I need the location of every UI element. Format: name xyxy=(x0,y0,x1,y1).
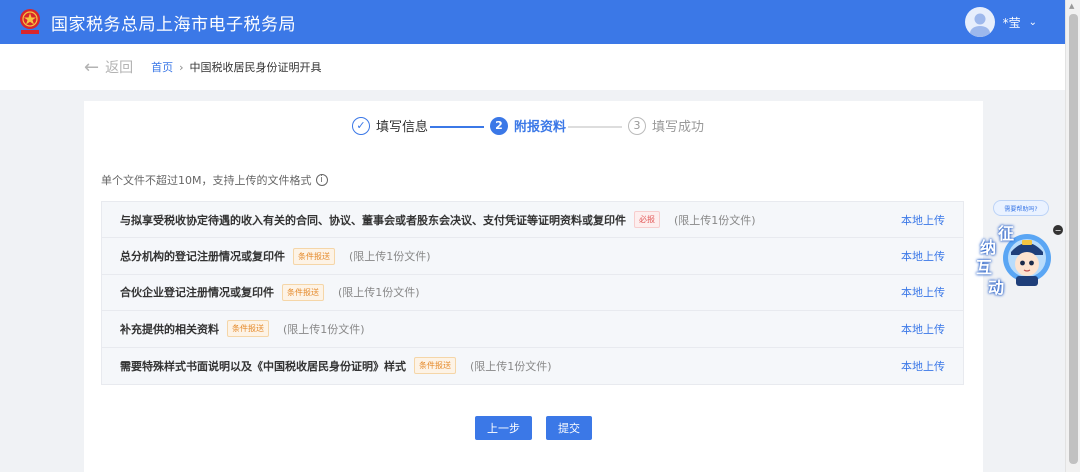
breadcrumb-bar: ← 返回 首页 › 中国税收居民身份证明开具 xyxy=(0,44,1065,90)
step-number: 2 xyxy=(490,116,508,135)
step-connector xyxy=(430,126,484,128)
file-name: 合伙企业登记注册情况或复印件 xyxy=(120,286,274,300)
step-label: 填写成功 xyxy=(652,120,705,135)
list-item: 补充提供的相关资料 条件报送 (限上传1份文件) 本地上传 xyxy=(102,311,963,348)
step-progress: ✓ 填写信息 2 附报资料 3 填写成功 xyxy=(84,116,983,138)
step-success: 3 填写成功 xyxy=(628,116,704,135)
arrow-left-icon: ← xyxy=(84,56,100,78)
list-item: 需要特殊样式书面说明以及《中国税收居民身份证明》样式 条件报送 (限上传1份文件… xyxy=(102,348,963,384)
breadcrumb-home-link[interactable]: 首页 xyxy=(151,59,173,75)
conditional-badge: 条件报送 xyxy=(227,320,269,338)
required-badge: 必报 xyxy=(634,211,660,229)
file-limit: (限上传1份文件) xyxy=(470,359,552,373)
upload-hint: 单个文件不超过10M，支持上传的文件格式 i xyxy=(101,172,328,188)
top-header: 国家税务总局上海市电子税务局 *莹 ⌄ xyxy=(0,0,1065,44)
step-label: 填写信息 xyxy=(376,120,429,135)
back-label: 返回 xyxy=(105,60,134,76)
info-icon[interactable]: i xyxy=(315,174,328,186)
action-buttons: 上一步 提交 xyxy=(475,416,592,440)
site-title[interactable]: 国家税务总局上海市电子税务局 xyxy=(51,10,296,35)
scroll-thumb[interactable] xyxy=(1069,14,1078,464)
step-attachments: 2 附报资料 xyxy=(490,116,566,135)
list-item: 合伙企业登记注册情况或复印件 条件报送 (限上传1份文件) 本地上传 xyxy=(102,275,963,312)
file-limit: (限上传1份文件) xyxy=(674,213,756,227)
chevron-down-icon[interactable]: ⌄ xyxy=(1029,17,1037,28)
user-avatar-icon[interactable] xyxy=(964,7,995,37)
tax-emblem-icon[interactable] xyxy=(17,7,43,37)
list-item: 与拟享受税收协定待遇的收入有关的合同、协议、董事会或者股东会决议、支付凭证等证明… xyxy=(102,202,963,239)
conditional-badge: 条件报送 xyxy=(282,283,324,301)
user-name[interactable]: *莹 xyxy=(1003,14,1021,31)
file-name: 与拟享受税收协定待遇的收入有关的合同、协议、董事会或者股东会决议、支付凭证等证明… xyxy=(120,213,626,227)
file-name: 补充提供的相关资料 xyxy=(120,322,219,336)
assistant-char: 征 xyxy=(998,224,1015,243)
breadcrumb-separator: › xyxy=(179,60,184,74)
step-number: 3 xyxy=(628,116,646,135)
step-label: 附报资料 xyxy=(514,120,567,135)
file-limit: (限上传1份文件) xyxy=(338,286,420,300)
conditional-badge: 条件报送 xyxy=(414,357,456,375)
file-limit: (限上传1份文件) xyxy=(349,250,431,264)
help-bubble[interactable]: 需要帮助吗? xyxy=(993,200,1049,216)
file-name: 需要特殊样式书面说明以及《中国税收居民身份证明》样式 xyxy=(120,359,406,373)
local-upload-button[interactable]: 本地上传 xyxy=(901,358,945,374)
assistant-widget[interactable]: 需要帮助吗? 征 纳 互 动 − xyxy=(976,196,1064,300)
close-icon[interactable]: − xyxy=(1053,225,1063,235)
user-menu[interactable]: *莹 ⌄ xyxy=(964,7,1037,37)
attachment-card: ✓ 填写信息 2 附报资料 3 填写成功 单个文件不超过10M，支持上传的文件格… xyxy=(84,101,983,472)
conditional-badge: 条件报送 xyxy=(293,247,335,265)
prev-step-button[interactable]: 上一步 xyxy=(475,416,532,440)
upload-hint-text: 单个文件不超过10M，支持上传的文件格式 xyxy=(101,174,312,187)
step-fill-info: ✓ 填写信息 xyxy=(352,116,428,135)
page-scrollbar[interactable]: ▲ xyxy=(1065,0,1080,472)
scroll-up-icon[interactable]: ▲ xyxy=(1069,2,1074,10)
file-limit: (限上传1份文件) xyxy=(283,322,365,336)
local-upload-button[interactable]: 本地上传 xyxy=(901,248,945,264)
file-upload-list: 与拟享受税收协定待遇的收入有关的合同、协议、董事会或者股东会决议、支付凭证等证明… xyxy=(101,201,964,385)
check-icon: ✓ xyxy=(352,116,370,135)
back-button[interactable]: ← 返回 xyxy=(84,57,133,78)
assistant-char: 动 xyxy=(988,278,1005,297)
file-name: 总分机构的登记注册情况或复印件 xyxy=(120,250,285,264)
local-upload-button[interactable]: 本地上传 xyxy=(901,321,945,337)
local-upload-button[interactable]: 本地上传 xyxy=(901,212,945,228)
submit-button[interactable]: 提交 xyxy=(546,416,592,440)
breadcrumb-current: 中国税收居民身份证明开具 xyxy=(189,61,322,74)
list-item: 总分机构的登记注册情况或复印件 条件报送 (限上传1份文件) 本地上传 xyxy=(102,238,963,275)
local-upload-button[interactable]: 本地上传 xyxy=(901,284,945,300)
breadcrumb: 首页 › 中国税收居民身份证明开具 xyxy=(151,59,321,75)
step-connector xyxy=(568,126,622,128)
